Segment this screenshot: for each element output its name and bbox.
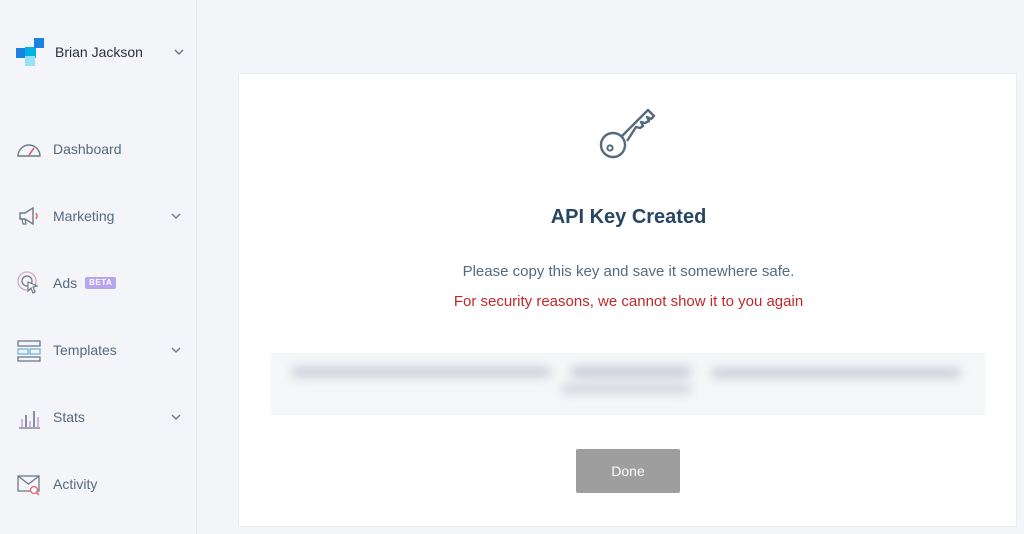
sidebar-item-label: Dashboard: [53, 141, 122, 157]
sidebar-item-dashboard[interactable]: Dashboard: [16, 133, 186, 165]
sidebar-item-marketing[interactable]: Marketing: [16, 200, 186, 232]
sidebar-item-activity[interactable]: Activity: [16, 468, 186, 500]
sidebar-item-label: Stats: [53, 409, 85, 425]
security-warning: For security reasons, we cannot show it …: [453, 293, 804, 310]
chevron-down-icon: [171, 213, 181, 219]
api-key-value-redacted[interactable]: [271, 353, 985, 415]
key-icon: [599, 108, 656, 159]
gauge-icon: [17, 144, 41, 157]
account-switcher[interactable]: Brian Jackson: [16, 37, 186, 67]
dialog-title: API Key Created: [550, 206, 707, 228]
beta-badge: BETA: [85, 277, 117, 289]
api-key-created-dialog: API Key Created Please copy this key and…: [238, 73, 1017, 527]
bar-chart-icon: [19, 411, 40, 429]
chevron-down-icon: [171, 414, 181, 420]
account-name: Brian Jackson: [55, 44, 143, 60]
sidebar-item-label: Ads: [53, 275, 78, 291]
sidebar-item-stats[interactable]: Stats: [16, 401, 186, 433]
chevron-down-icon: [171, 347, 181, 353]
cursor-target-icon: [17, 271, 39, 294]
sidebar-item-ads[interactable]: Ads BETA: [16, 267, 186, 299]
templates-icon: [17, 340, 41, 362]
megaphone-icon: [19, 206, 38, 226]
dialog-message: Please copy this key and save it somewhe…: [462, 263, 795, 280]
envelope-search-icon: [17, 475, 40, 496]
sendgrid-logo: [16, 38, 44, 66]
done-button[interactable]: Done: [576, 449, 680, 493]
sidebar: Brian Jackson Dashboard Marketing Ads BE…: [0, 0, 197, 534]
sidebar-item-label: Marketing: [53, 208, 115, 224]
sidebar-item-label: Activity: [53, 476, 98, 492]
sidebar-item-label: Templates: [53, 342, 117, 358]
chevron-down-icon: [174, 49, 184, 56]
sidebar-item-templates[interactable]: Templates: [16, 334, 186, 366]
